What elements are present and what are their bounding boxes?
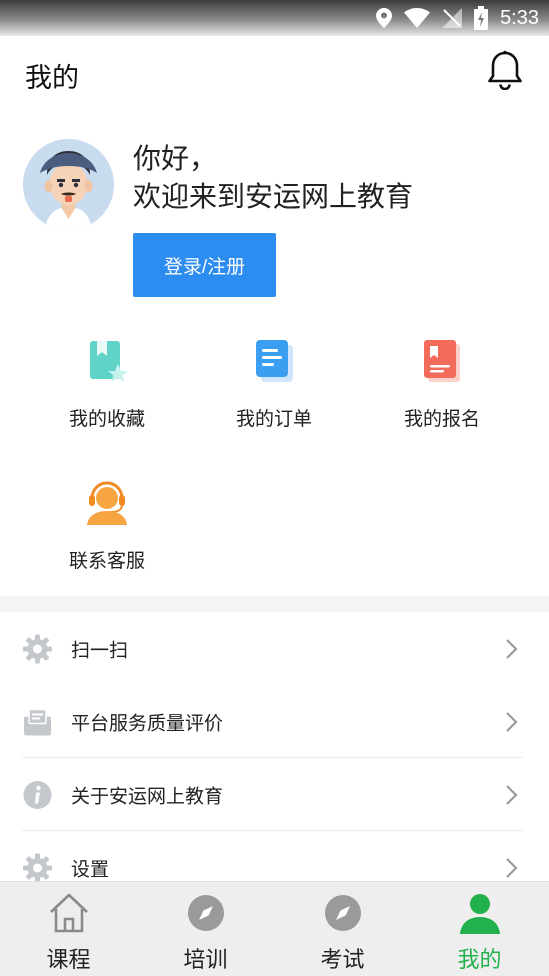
avatar-illustration-icon: [23, 139, 114, 230]
login-register-button[interactable]: 登录/注册: [133, 233, 276, 297]
location-icon: [376, 8, 393, 28]
contact-service-item[interactable]: 联系客服: [32, 480, 182, 590]
header: 我的: [0, 36, 549, 112]
gear-icon: [23, 634, 52, 663]
no-signal-icon: [442, 8, 463, 28]
tab-courses[interactable]: 课程: [0, 882, 137, 976]
battery-icon: [474, 6, 489, 30]
tab-mine[interactable]: 我的: [411, 882, 548, 976]
menu-item-label: 设置: [71, 858, 110, 880]
greeting-text: 你好，: [133, 142, 218, 175]
menu-item-label: 关于安运网上教育: [71, 785, 224, 807]
gear-icon: [23, 853, 52, 882]
info-icon: [23, 780, 52, 809]
bookmark-star-icon: [90, 341, 128, 382]
my-registration-label: 我的报名: [403, 408, 480, 430]
home-icon: [49, 893, 88, 933]
chevron-right-icon: [506, 711, 518, 732]
notification-bell-icon[interactable]: [487, 50, 523, 90]
tab-label: 培训: [183, 948, 228, 973]
my-registration-item[interactable]: 我的报名: [367, 338, 517, 448]
tab-label: 我的: [457, 948, 502, 973]
menu-item-label: 平台服务质量评价: [71, 712, 224, 734]
menu-item-scan[interactable]: 扫一扫: [0, 612, 549, 685]
my-favorites-item[interactable]: 我的收藏: [32, 338, 182, 448]
status-time: 5:33: [500, 6, 539, 29]
menu-item-about[interactable]: 关于安运网上教育: [0, 758, 549, 831]
status-icons: 5:33: [376, 5, 539, 31]
person-icon: [459, 894, 500, 934]
welcome-text: 欢迎来到安运网上教育: [133, 180, 414, 213]
customer-service-headset-icon: [87, 481, 127, 525]
tab-exam[interactable]: 考试: [274, 882, 411, 976]
tab-label: 课程: [46, 948, 91, 973]
chevron-right-icon: [506, 784, 518, 805]
status-bar: 5:33: [0, 0, 549, 36]
my-orders-label: 我的订单: [235, 408, 312, 430]
message-box-icon: [24, 708, 51, 735]
registration-book-icon: [424, 340, 460, 382]
order-document-icon: [256, 340, 293, 382]
menu-item-service-evaluation[interactable]: 平台服务质量评价: [0, 685, 549, 758]
tab-label: 考试: [320, 948, 365, 973]
chevron-right-icon: [506, 857, 518, 878]
compass-icon: [324, 895, 361, 931]
tab-training[interactable]: 培训: [137, 882, 274, 976]
bottom-tab-bar: 课程 培训 考试 我的: [0, 881, 549, 976]
avatar[interactable]: [23, 139, 114, 230]
my-favorites-label: 我的收藏: [68, 408, 145, 430]
menu-item-label: 扫一扫: [71, 639, 129, 661]
chevron-right-icon: [506, 638, 518, 659]
my-orders-item[interactable]: 我的订单: [199, 338, 349, 448]
wifi-icon: [404, 8, 431, 28]
page-title: 我的: [25, 63, 79, 94]
contact-service-label: 联系客服: [68, 550, 145, 572]
compass-icon: [187, 895, 224, 931]
section-divider: [0, 596, 549, 612]
